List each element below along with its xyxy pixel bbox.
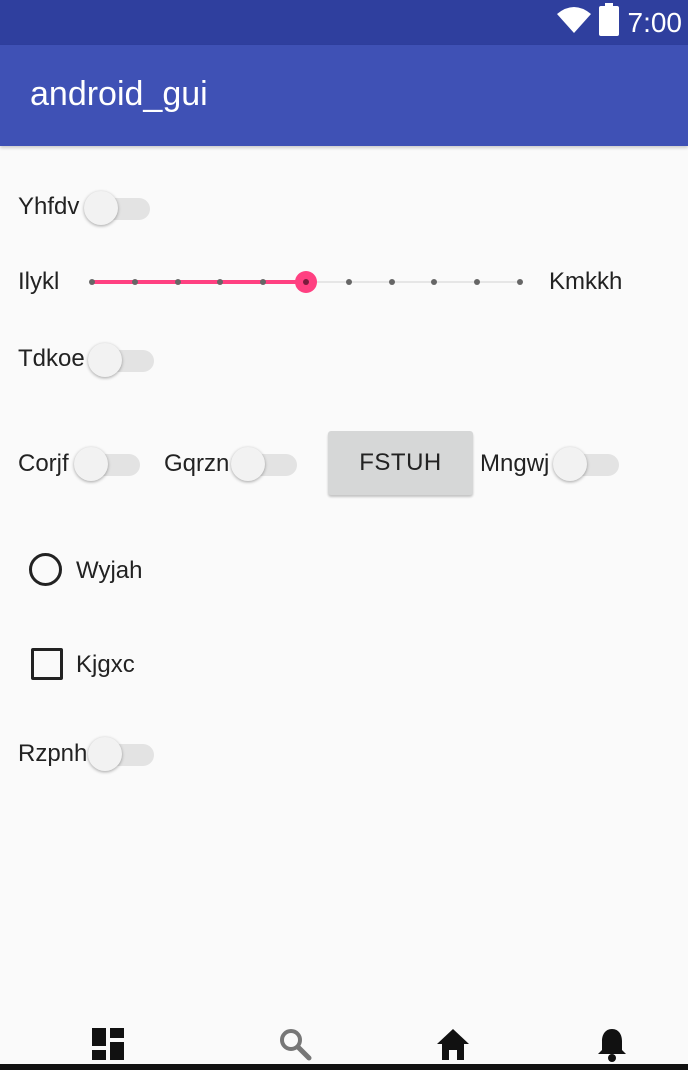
slider-tick: [388, 279, 395, 285]
slider-tick: [474, 279, 481, 285]
switch-label-mngwj: Mngwj: [480, 450, 550, 477]
slider-tick: [217, 279, 224, 285]
switch-gqrzn[interactable]: [231, 444, 297, 484]
navigation-bar-edge: [0, 1064, 688, 1070]
nav-dashboard[interactable]: [88, 1026, 128, 1066]
app-bar: android_gui: [0, 45, 688, 146]
switch-corjf[interactable]: [74, 444, 140, 484]
switch-label-corjf: Corjf: [18, 450, 69, 477]
slider-max-label: Kmkkh: [549, 268, 623, 295]
status-bar: 7:00: [0, 0, 688, 45]
search-icon: [278, 1027, 312, 1066]
slider-tick: [131, 279, 138, 285]
bell-icon: [596, 1026, 628, 1067]
battery-icon: [598, 3, 620, 42]
status-time: 7:00: [627, 6, 683, 38]
home-icon: [435, 1027, 471, 1066]
switch-rzpnh[interactable]: [88, 734, 154, 774]
slider-tick: [517, 279, 523, 285]
switch-thumb: [88, 737, 122, 771]
switch-thumb: [84, 191, 118, 225]
nav-notifications[interactable]: [592, 1026, 632, 1066]
slider-tick: [89, 279, 95, 285]
switch-tdkoe[interactable]: [88, 340, 154, 380]
checkbox-kjgxc[interactable]: [31, 648, 63, 680]
slider-min-label: Ilykl: [18, 268, 60, 295]
switch-label-gqrzn: Gqrzn: [164, 450, 230, 477]
nav-search[interactable]: [275, 1026, 315, 1066]
slider-thumb-center: [303, 279, 309, 285]
dashboard-icon: [91, 1027, 125, 1066]
slider-fill: [92, 280, 306, 284]
slider-tick: [345, 279, 352, 285]
slider-tick: [174, 279, 181, 285]
bottom-navigation: [0, 1010, 688, 1070]
nav-home[interactable]: [433, 1026, 473, 1066]
switch-thumb: [553, 447, 587, 481]
status-icons: 7:00: [556, 0, 683, 45]
discrete-slider[interactable]: [89, 266, 523, 296]
radio-label-wyjah: Wyjah: [76, 557, 143, 584]
slider-thumb[interactable]: [295, 271, 317, 293]
slider-tick: [431, 279, 438, 285]
switch-label-yhfdv: Yhfdv: [18, 193, 80, 220]
checkbox-label-kjgxc: Kjgxc: [76, 651, 135, 678]
switch-yhfdv[interactable]: [84, 188, 150, 228]
switch-label-tdkoe: Tdkoe: [18, 345, 85, 372]
switch-thumb: [231, 447, 265, 481]
switch-mngwj[interactable]: [553, 444, 619, 484]
wifi-icon: [556, 5, 592, 40]
fstuh-button[interactable]: FSTUH: [328, 431, 473, 495]
slider-tick: [260, 279, 267, 285]
switch-thumb: [88, 343, 122, 377]
radio-wyjah[interactable]: [29, 553, 62, 586]
switch-thumb: [74, 447, 108, 481]
switch-label-rzpnh: Rzpnh: [18, 740, 88, 767]
app-title: android_gui: [30, 75, 208, 113]
